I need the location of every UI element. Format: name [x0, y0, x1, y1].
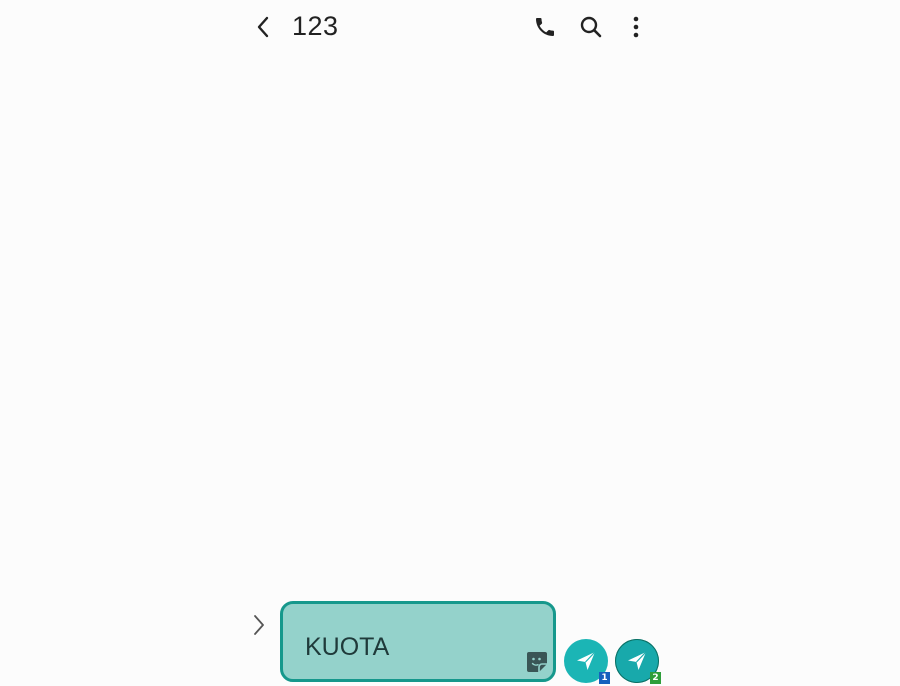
- message-text: KUOTA: [305, 633, 390, 661]
- more-options-button[interactable]: [617, 8, 655, 46]
- send-sim1-button[interactable]: 1: [564, 639, 610, 684]
- sticker-button[interactable]: [526, 651, 548, 673]
- sim-1-badge: 1: [599, 672, 610, 684]
- search-button[interactable]: [572, 8, 610, 46]
- more-vert-icon: [633, 16, 639, 38]
- chevron-right-icon: [254, 615, 264, 635]
- app-header: 123: [0, 0, 900, 54]
- sim-2-badge: 2: [650, 672, 661, 684]
- phone-icon: [536, 18, 554, 36]
- back-button[interactable]: [246, 10, 282, 44]
- back-arrow-icon: [257, 16, 269, 38]
- send-icon: [577, 651, 596, 670]
- call-button[interactable]: [526, 8, 564, 46]
- send-icon: [628, 651, 647, 670]
- conversation-title: 123: [292, 11, 339, 41]
- expand-attachments-button[interactable]: [244, 607, 274, 643]
- message-input[interactable]: KUOTA: [280, 601, 556, 682]
- sticker-icon: [527, 652, 547, 672]
- search-icon: [580, 16, 602, 38]
- send-sim2-button[interactable]: 2: [615, 639, 661, 684]
